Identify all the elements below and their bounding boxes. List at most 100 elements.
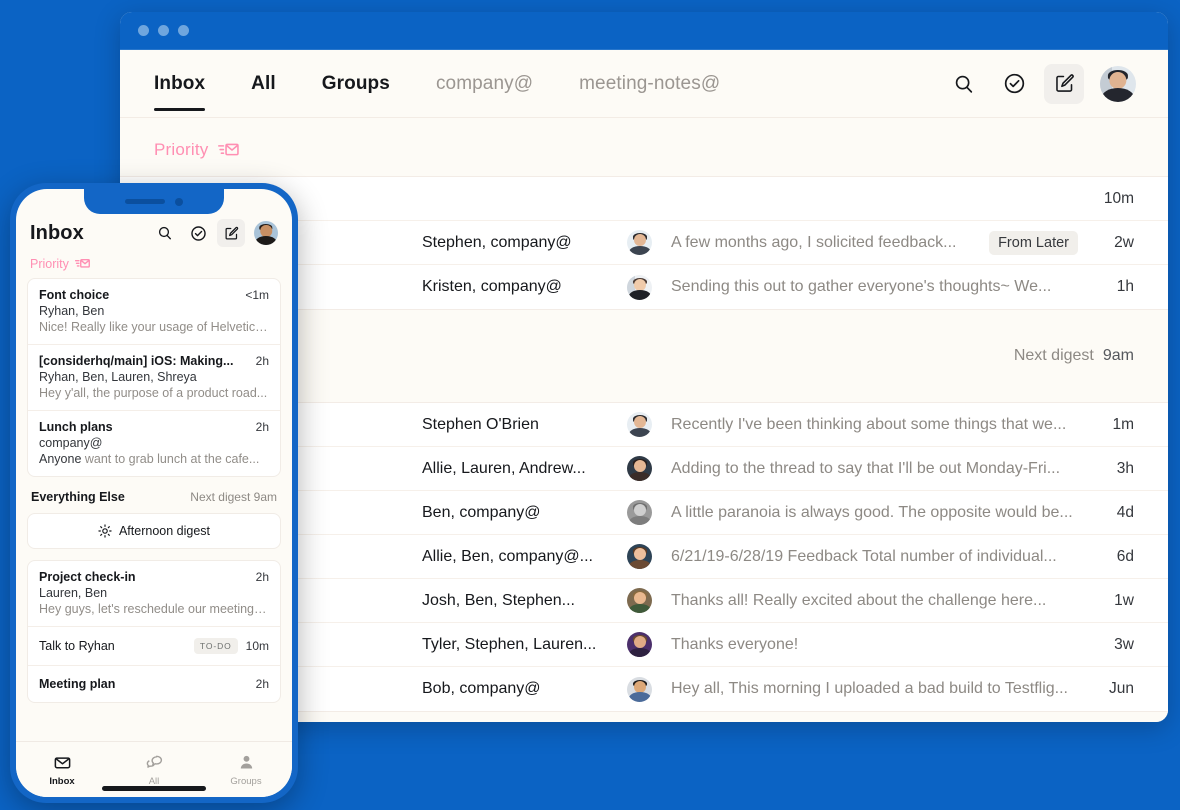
priority-mail-icon — [217, 143, 239, 155]
item-time: <1m — [245, 288, 269, 302]
desktop-tabs: Inbox All Groups company@ meeting-notes@ — [154, 50, 766, 117]
compose-icon — [225, 226, 238, 239]
item-time: 2h — [255, 570, 269, 584]
row-time: 4d — [1116, 503, 1134, 521]
row-time: 3h — [1116, 459, 1134, 477]
desktop-nav-actions — [944, 63, 1136, 104]
item-subject: Font choice — [39, 288, 110, 302]
desktop-priority-header: Priority — [120, 118, 1168, 176]
tab-meeting-notes[interactable]: meeting-notes@ — [579, 50, 720, 117]
chat-bubbles-icon — [146, 755, 162, 768]
mobile-tab-inbox[interactable]: Inbox — [16, 742, 108, 797]
list-item[interactable]: Talk to Ryhan To-do 10m — [28, 627, 280, 666]
item-time: 2h — [255, 420, 269, 434]
window-zoom-button[interactable] — [178, 25, 189, 36]
mobile-priority-header: Priority — [16, 247, 292, 278]
row-time: 1h — [1116, 278, 1134, 295]
window-minimize-button[interactable] — [158, 25, 169, 36]
avatar — [254, 221, 278, 245]
row-snippet: Sending this out to gather everyone's th… — [671, 278, 1052, 295]
row-avatar-slot — [627, 500, 671, 525]
row-avatar-slot — [627, 588, 671, 613]
row-tag: From Later — [989, 230, 1090, 255]
mobile-tab-inbox-label: Inbox — [49, 775, 75, 787]
next-digest-time: 9am — [1102, 347, 1134, 364]
row-avatar-slot — [627, 632, 671, 657]
search-icon — [158, 226, 171, 240]
avatar — [627, 500, 652, 525]
row-people: Bob, company@ — [422, 680, 541, 697]
row-time: 6d — [1116, 547, 1134, 565]
row-people: Stephen O'Brien — [422, 415, 539, 433]
mobile-everything-card: Project check-in 2h Lauren, Ben Hey guys… — [27, 560, 281, 703]
mobile-tab-groups[interactable]: Groups — [200, 742, 292, 797]
item-people: Lauren, Ben — [39, 586, 108, 600]
avatar — [1100, 65, 1136, 102]
row-people: Kristen, company@ — [422, 278, 562, 295]
row-time: 3w — [1114, 635, 1134, 653]
mobile-message-list[interactable]: Font choice <1m Ryhan, Ben Nice! Really … — [16, 278, 292, 741]
avatar — [627, 456, 652, 481]
mobile-user-avatar[interactable] — [254, 221, 278, 245]
row-time: 10m — [1103, 189, 1134, 207]
done-button[interactable] — [994, 64, 1034, 104]
row-time: 1w — [1114, 591, 1134, 609]
todo-badge: To-do — [193, 638, 238, 654]
search-button[interactable] — [944, 64, 984, 104]
item-snippet: Hey y'all, the purpose of a product road… — [39, 386, 268, 400]
tab-groups-label: Groups — [321, 72, 390, 94]
tab-company[interactable]: company@ — [436, 50, 533, 117]
avatar — [627, 412, 652, 437]
next-digest-label: Next digest — [1013, 347, 1094, 364]
tab-all[interactable]: All — [251, 50, 276, 117]
row-avatar-slot — [627, 274, 671, 300]
row-snippet: Recently I've been thinking about some t… — [671, 415, 1067, 433]
section-title: Everything Else — [31, 490, 125, 504]
next-digest-text: Next digest 9am — [1014, 347, 1134, 365]
tab-inbox[interactable]: Inbox — [154, 50, 206, 117]
mobile-done-button[interactable] — [184, 219, 212, 247]
tab-all-label: All — [251, 72, 276, 94]
mobile-compose-button[interactable] — [217, 219, 245, 247]
phone-camera — [175, 197, 183, 206]
mobile-search-button[interactable] — [151, 219, 179, 247]
tab-inbox-label: Inbox — [154, 72, 206, 94]
mobile-page-title: Inbox — [30, 221, 84, 244]
check-circle-icon — [1004, 73, 1024, 94]
item-subject: Lunch plans — [39, 420, 113, 434]
tab-groups[interactable]: Groups — [322, 50, 390, 117]
section-next-digest: Next digest 9am — [190, 490, 277, 504]
list-item[interactable]: Font choice <1m Ryhan, Ben Nice! Really … — [28, 279, 280, 345]
list-item[interactable]: Project check-in 2h Lauren, Ben Hey guys… — [28, 561, 280, 627]
row-avatar-slot — [627, 676, 671, 702]
afternoon-digest-button[interactable]: Afternoon digest — [27, 513, 281, 549]
mobile-priority-card: Font choice <1m Ryhan, Ben Nice! Really … — [27, 278, 281, 477]
list-item[interactable]: Lunch plans 2h company@ Anyone want to g… — [28, 411, 280, 476]
mobile-screen: Inbox Priority Font choice <1m Ryhan, Be… — [16, 189, 292, 797]
row-snippet: Adding to the thread to say that I'll be… — [671, 459, 1061, 477]
avatar — [627, 274, 652, 300]
home-indicator — [102, 786, 206, 791]
row-people: Ben, company@ — [422, 503, 541, 521]
item-subject: Project check-in — [39, 570, 136, 584]
mobile-tab-all-label: All — [148, 775, 160, 787]
item-snippet-lead: Anyone — [39, 452, 82, 466]
item-snippet: Hey guys, let's reschedule our meeting t… — [39, 602, 269, 616]
window-close-button[interactable] — [138, 25, 149, 36]
list-item[interactable]: Meeting plan 2h — [28, 666, 280, 702]
priority-mail-icon — [74, 258, 90, 268]
item-people: Ryhan, Ben — [39, 304, 105, 318]
mobile-device: Inbox Priority Font choice <1m Ryhan, Be… — [10, 183, 298, 803]
priority-label: Priority — [154, 140, 209, 159]
list-item[interactable]: [considerhq/main] iOS: Making... 2h Ryha… — [28, 345, 280, 411]
item-subject: [considerhq/main] iOS: Making... — [39, 354, 234, 368]
search-icon — [955, 75, 973, 93]
avatar — [627, 544, 652, 569]
user-avatar[interactable] — [1100, 65, 1136, 102]
row-snippet: Thanks all! Really excited about the cha… — [671, 591, 1047, 609]
compose-button[interactable] — [1044, 63, 1084, 104]
item-snippet-rest: want to grab lunch at the cafe... — [81, 452, 260, 466]
desktop-navbar: Inbox All Groups company@ meeting-notes@ — [120, 50, 1168, 118]
mobile-header-actions — [151, 219, 278, 247]
phone-notch — [84, 189, 224, 214]
